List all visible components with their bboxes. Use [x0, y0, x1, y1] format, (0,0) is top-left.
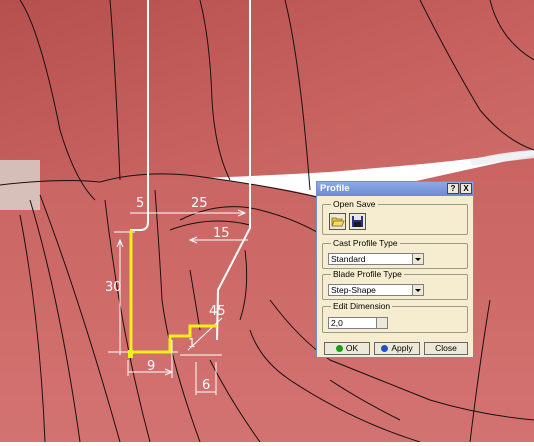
apply-label: Apply [391, 343, 413, 353]
edit-dimension-legend: Edit Dimension [331, 301, 393, 311]
upper-surface [0, 0, 534, 185]
cast-profile-legend: Cast Profile Type [331, 238, 400, 248]
open-save-legend: Open Save [331, 199, 378, 209]
dim-label-30[interactable]: 30 [105, 280, 122, 295]
cast-profile-select[interactable]: Standard [328, 253, 424, 265]
blade-profile-value: Step-Shape [331, 285, 376, 295]
dim-label-5[interactable]: 5 [136, 196, 144, 211]
dim-label-6[interactable]: 6 [202, 378, 210, 393]
dim-label-1[interactable]: 1 [188, 336, 196, 350]
chevron-down-icon[interactable] [412, 285, 423, 295]
close-x-button[interactable]: X [460, 183, 472, 194]
blade-profile-group: Blade Profile Type Step-Shape [322, 269, 468, 300]
close-label: Close [435, 343, 457, 353]
edit-dimension-value: 2,0 [331, 318, 343, 328]
profile-endpoint [128, 350, 133, 358]
save-button[interactable] [349, 213, 366, 230]
blade-profile-select[interactable]: Step-Shape [328, 284, 424, 296]
apply-button[interactable]: Apply [374, 342, 420, 355]
dim-label-9[interactable]: 9 [147, 359, 155, 374]
cast-profile-value: Standard [331, 254, 366, 264]
open-save-group: Open Save [322, 199, 468, 235]
blade-profile-legend: Blade Profile Type [331, 269, 404, 279]
profile-dialog: Profile ? X Open Save Cast Profile Type … [316, 181, 474, 358]
dim-label-45[interactable]: 45 [209, 304, 226, 319]
edit-dimension-input[interactable]: 2,0 [328, 317, 388, 329]
dialog-titlebar[interactable]: Profile ? X [317, 182, 473, 196]
apply-icon [381, 345, 389, 352]
dim-label-15[interactable]: 15 [213, 226, 230, 241]
dialog-title: Profile [320, 183, 350, 194]
ok-button[interactable]: OK [324, 342, 370, 355]
floppy-save-icon [352, 216, 363, 227]
cast-profile-group: Cast Profile Type Standard [322, 238, 468, 269]
ok-icon [335, 345, 343, 352]
spinner-arrows-icon[interactable] [376, 318, 387, 328]
ok-label: OK [345, 343, 359, 353]
close-button[interactable]: Close [424, 342, 468, 355]
help-button[interactable]: ? [447, 183, 459, 194]
open-button[interactable] [329, 213, 346, 230]
edit-dimension-group: Edit Dimension 2,0 [322, 301, 468, 333]
chevron-down-icon[interactable] [412, 254, 423, 264]
dim-label-25[interactable]: 25 [191, 196, 208, 211]
folder-open-icon [331, 217, 345, 227]
